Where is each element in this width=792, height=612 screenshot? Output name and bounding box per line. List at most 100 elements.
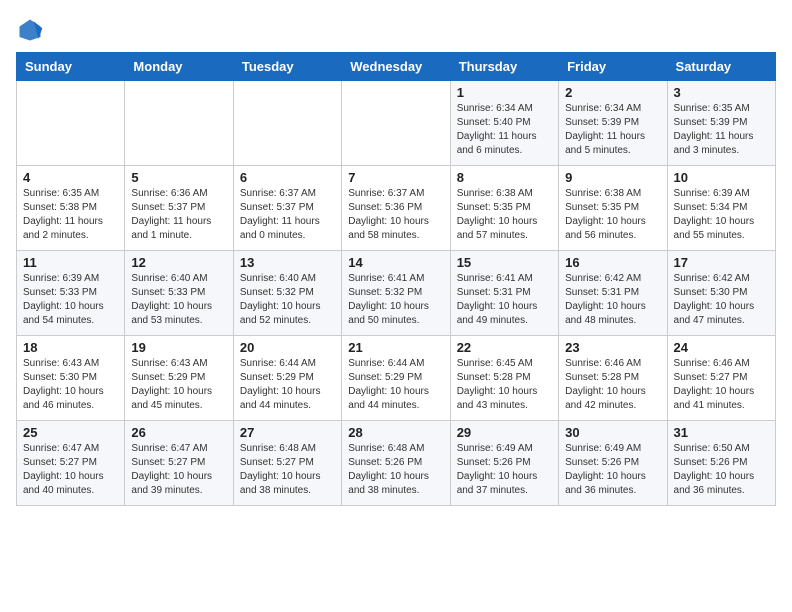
calendar-cell: 25 Sunrise: 6:47 AM Sunset: 5:27 PM Dayli…: [17, 421, 125, 506]
calendar-cell: 26 Sunrise: 6:47 AM Sunset: 5:27 PM Dayli…: [125, 421, 233, 506]
dow-header-monday: Monday: [125, 53, 233, 81]
day-number: 24: [674, 340, 769, 355]
day-number: 7: [348, 170, 443, 185]
day-number: 23: [565, 340, 660, 355]
calendar-cell: 28 Sunrise: 6:48 AM Sunset: 5:26 PM Dayli…: [342, 421, 450, 506]
day-info: Sunrise: 6:49 AM Sunset: 5:26 PM Dayligh…: [457, 442, 552, 498]
day-info: Sunrise: 6:42 AM Sunset: 5:30 PM Dayligh…: [674, 272, 769, 328]
day-info: Sunrise: 6:47 AM Sunset: 5:27 PM Dayligh…: [131, 442, 226, 498]
day-number: 16: [565, 255, 660, 270]
day-number: 25: [23, 425, 118, 440]
calendar-cell: 2 Sunrise: 6:34 AM Sunset: 5:39 PM Daylig…: [559, 81, 667, 166]
calendar-cell: 9 Sunrise: 6:38 AM Sunset: 5:35 PM Daylig…: [559, 166, 667, 251]
day-number: 31: [674, 425, 769, 440]
week-row-4: 18 Sunrise: 6:43 AM Sunset: 5:30 PM Dayli…: [17, 336, 776, 421]
calendar-cell: 11Sunrise: 6:39 AM Sunset: 5:33 PM Dayli…: [17, 251, 125, 336]
calendar-cell: 18 Sunrise: 6:43 AM Sunset: 5:30 PM Dayli…: [17, 336, 125, 421]
calendar-cell: 31 Sunrise: 6:50 AM Sunset: 5:26 PM Dayli…: [667, 421, 775, 506]
calendar-cell: 22 Sunrise: 6:45 AM Sunset: 5:28 PM Dayli…: [450, 336, 558, 421]
day-number: 4: [23, 170, 118, 185]
calendar-cell: 14 Sunrise: 6:41 AM Sunset: 5:32 PM Dayli…: [342, 251, 450, 336]
day-number: 19: [131, 340, 226, 355]
dow-header-sunday: Sunday: [17, 53, 125, 81]
day-info: Sunrise: 6:39 AM Sunset: 5:34 PM Dayligh…: [674, 187, 769, 243]
calendar-body: 1Sunrise: 6:34 AM Sunset: 5:40 PM Daylig…: [17, 81, 776, 506]
calendar-cell: 3Sunrise: 6:35 AM Sunset: 5:39 PM Daylig…: [667, 81, 775, 166]
dow-header-wednesday: Wednesday: [342, 53, 450, 81]
day-info: Sunrise: 6:43 AM Sunset: 5:30 PM Dayligh…: [23, 357, 118, 413]
calendar-cell: [233, 81, 341, 166]
calendar-cell: 10 Sunrise: 6:39 AM Sunset: 5:34 PM Dayli…: [667, 166, 775, 251]
day-info: Sunrise: 6:41 AM Sunset: 5:32 PM Dayligh…: [348, 272, 443, 328]
dow-header-thursday: Thursday: [450, 53, 558, 81]
day-info: Sunrise: 6:42 AM Sunset: 5:31 PM Dayligh…: [565, 272, 660, 328]
calendar-cell: 5 Sunrise: 6:36 AM Sunset: 5:37 PM Daylig…: [125, 166, 233, 251]
day-info: Sunrise: 6:38 AM Sunset: 5:35 PM Dayligh…: [457, 187, 552, 243]
calendar-cell: [17, 81, 125, 166]
calendar-cell: 1Sunrise: 6:34 AM Sunset: 5:40 PM Daylig…: [450, 81, 558, 166]
calendar-cell: 16 Sunrise: 6:42 AM Sunset: 5:31 PM Dayli…: [559, 251, 667, 336]
calendar-cell: 15 Sunrise: 6:41 AM Sunset: 5:31 PM Dayli…: [450, 251, 558, 336]
calendar-cell: 19 Sunrise: 6:43 AM Sunset: 5:29 PM Dayli…: [125, 336, 233, 421]
week-row-2: 4 Sunrise: 6:35 AM Sunset: 5:38 PM Daylig…: [17, 166, 776, 251]
calendar-cell: 24 Sunrise: 6:46 AM Sunset: 5:27 PM Dayli…: [667, 336, 775, 421]
calendar-cell: 23 Sunrise: 6:46 AM Sunset: 5:28 PM Dayli…: [559, 336, 667, 421]
week-row-1: 1Sunrise: 6:34 AM Sunset: 5:40 PM Daylig…: [17, 81, 776, 166]
calendar-cell: 30Sunrise: 6:49 AM Sunset: 5:26 PM Dayli…: [559, 421, 667, 506]
day-info: Sunrise: 6:46 AM Sunset: 5:28 PM Dayligh…: [565, 357, 660, 413]
calendar-cell: 20Sunrise: 6:44 AM Sunset: 5:29 PM Dayli…: [233, 336, 341, 421]
day-number: 28: [348, 425, 443, 440]
calendar-cell: 12Sunrise: 6:40 AM Sunset: 5:33 PM Dayli…: [125, 251, 233, 336]
day-info: Sunrise: 6:47 AM Sunset: 5:27 PM Dayligh…: [23, 442, 118, 498]
calendar-table: SundayMondayTuesdayWednesdayThursdayFrid…: [16, 52, 776, 506]
day-number: 21: [348, 340, 443, 355]
day-info: Sunrise: 6:45 AM Sunset: 5:28 PM Dayligh…: [457, 357, 552, 413]
day-info: Sunrise: 6:34 AM Sunset: 5:39 PM Dayligh…: [565, 102, 660, 158]
day-info: Sunrise: 6:34 AM Sunset: 5:40 PM Dayligh…: [457, 102, 552, 158]
day-number: 18: [23, 340, 118, 355]
day-info: Sunrise: 6:48 AM Sunset: 5:27 PM Dayligh…: [240, 442, 335, 498]
day-info: Sunrise: 6:39 AM Sunset: 5:33 PM Dayligh…: [23, 272, 118, 328]
day-number: 8: [457, 170, 552, 185]
day-of-week-header-row: SundayMondayTuesdayWednesdayThursdayFrid…: [17, 53, 776, 81]
day-info: Sunrise: 6:46 AM Sunset: 5:27 PM Dayligh…: [674, 357, 769, 413]
calendar-cell: [125, 81, 233, 166]
logo: [16, 16, 48, 44]
day-info: Sunrise: 6:35 AM Sunset: 5:38 PM Dayligh…: [23, 187, 118, 243]
day-info: Sunrise: 6:44 AM Sunset: 5:29 PM Dayligh…: [240, 357, 335, 413]
calendar-cell: [342, 81, 450, 166]
day-number: 10: [674, 170, 769, 185]
week-row-3: 11Sunrise: 6:39 AM Sunset: 5:33 PM Dayli…: [17, 251, 776, 336]
day-number: 29: [457, 425, 552, 440]
day-info: Sunrise: 6:37 AM Sunset: 5:37 PM Dayligh…: [240, 187, 335, 243]
day-number: 22: [457, 340, 552, 355]
day-number: 17: [674, 255, 769, 270]
calendar-cell: 6 Sunrise: 6:37 AM Sunset: 5:37 PM Daylig…: [233, 166, 341, 251]
day-info: Sunrise: 6:50 AM Sunset: 5:26 PM Dayligh…: [674, 442, 769, 498]
day-number: 2: [565, 85, 660, 100]
day-info: Sunrise: 6:38 AM Sunset: 5:35 PM Dayligh…: [565, 187, 660, 243]
day-number: 9: [565, 170, 660, 185]
day-number: 14: [348, 255, 443, 270]
day-info: Sunrise: 6:40 AM Sunset: 5:33 PM Dayligh…: [131, 272, 226, 328]
day-number: 27: [240, 425, 335, 440]
day-info: Sunrise: 6:44 AM Sunset: 5:29 PM Dayligh…: [348, 357, 443, 413]
day-number: 15: [457, 255, 552, 270]
calendar-cell: 17 Sunrise: 6:42 AM Sunset: 5:30 PM Dayli…: [667, 251, 775, 336]
day-number: 5: [131, 170, 226, 185]
day-number: 6: [240, 170, 335, 185]
calendar-cell: 29 Sunrise: 6:49 AM Sunset: 5:26 PM Dayli…: [450, 421, 558, 506]
day-info: Sunrise: 6:41 AM Sunset: 5:31 PM Dayligh…: [457, 272, 552, 328]
dow-header-saturday: Saturday: [667, 53, 775, 81]
logo-icon: [16, 16, 44, 44]
day-number: 13: [240, 255, 335, 270]
day-number: 26: [131, 425, 226, 440]
day-info: Sunrise: 6:48 AM Sunset: 5:26 PM Dayligh…: [348, 442, 443, 498]
page-header: [16, 16, 776, 44]
calendar-cell: 7 Sunrise: 6:37 AM Sunset: 5:36 PM Daylig…: [342, 166, 450, 251]
day-info: Sunrise: 6:37 AM Sunset: 5:36 PM Dayligh…: [348, 187, 443, 243]
calendar-cell: 27 Sunrise: 6:48 AM Sunset: 5:27 PM Dayli…: [233, 421, 341, 506]
day-info: Sunrise: 6:43 AM Sunset: 5:29 PM Dayligh…: [131, 357, 226, 413]
day-info: Sunrise: 6:36 AM Sunset: 5:37 PM Dayligh…: [131, 187, 226, 243]
calendar-cell: 8 Sunrise: 6:38 AM Sunset: 5:35 PM Daylig…: [450, 166, 558, 251]
